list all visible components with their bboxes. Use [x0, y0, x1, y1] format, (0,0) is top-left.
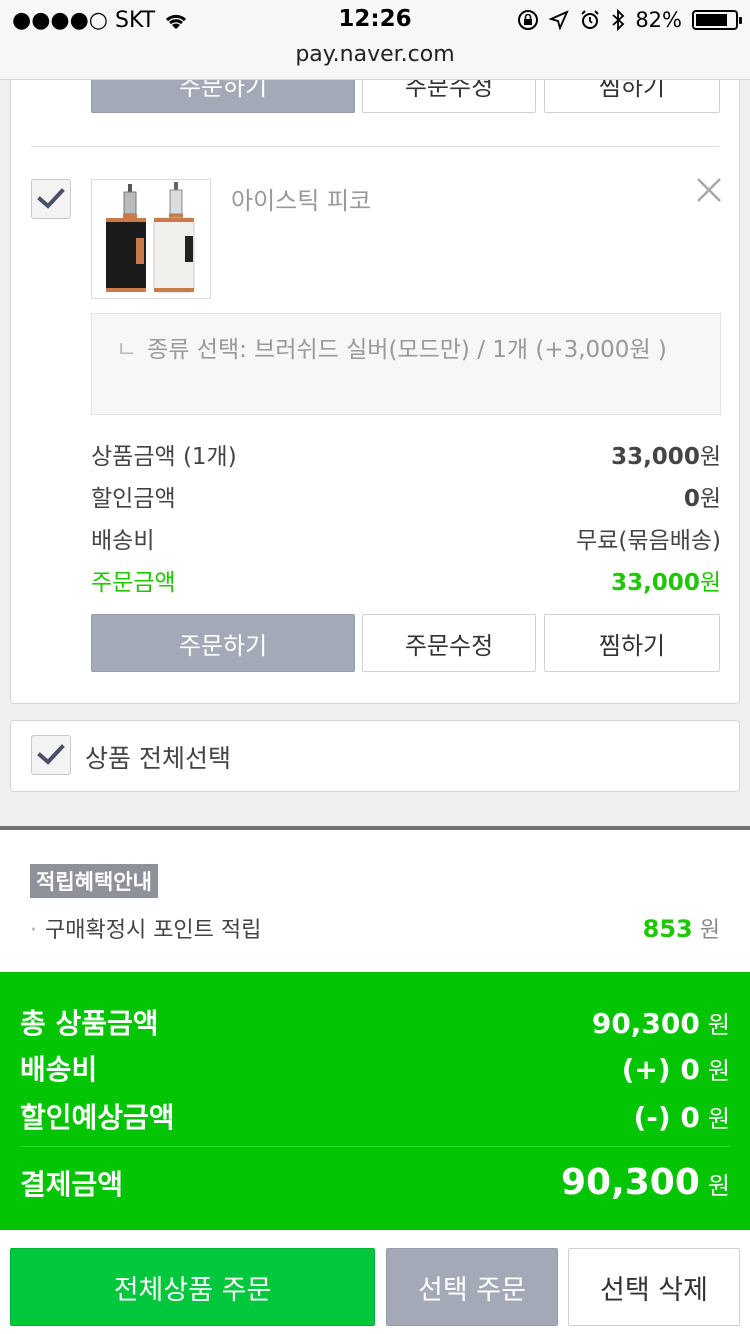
price-unit: 원 — [699, 444, 721, 470]
product-thumbnail[interactable] — [91, 179, 211, 299]
order-selected-button[interactable]: 선택 주문 — [386, 1248, 558, 1326]
rotation-lock-icon — [518, 10, 539, 30]
select-all-bar[interactable]: 상품 전체선택 — [10, 720, 740, 792]
vape-mod-image — [106, 182, 195, 293]
order-amount-value: 33,000 — [611, 570, 700, 596]
battery-percent: 82% — [635, 8, 682, 32]
benefit-label: 구매확정시 포인트 적립 — [45, 918, 262, 943]
price-label: 상품금액 (1개) — [91, 444, 237, 470]
option-box: ㄴ 종류 선택: 브러쉬드 실버(모드만) / 1개 (+3,000원 ) — [91, 313, 721, 415]
item-checkbox[interactable] — [31, 179, 71, 219]
wishlist-button[interactable]: 찜하기 — [544, 614, 720, 672]
checkmark-icon — [37, 188, 65, 209]
select-all-checkbox[interactable] — [31, 735, 71, 775]
bluetooth-icon — [612, 9, 625, 31]
shipping-row: 배송비 무료(묶음배송) — [91, 521, 721, 555]
order-amount-label: 주문금액 — [91, 570, 176, 596]
url-bar[interactable]: pay.naver.com — [0, 42, 750, 67]
discount-sum-label: 할인예상금액 — [20, 1101, 175, 1134]
option-text: 종류 선택: 브러쉬드 실버(모드만) / 1개 (+3,000원 ) — [147, 337, 667, 363]
cart-item-card: 주문하기 주문수정 찜하기 아이스틱 피코 ㄴ 종류 선택: 브러쉬드 실버(모… — [10, 55, 740, 704]
discount-value: 0 — [683, 486, 700, 512]
shipping-sum-label: 배송비 — [20, 1053, 98, 1086]
shipping-sum-unit: 원 — [707, 1057, 730, 1085]
reward-benefit-section: 적립혜택안내 · 구매확정시 포인트 적립 853 원 — [0, 826, 750, 972]
benefit-row: · 구매확정시 포인트 적립 853 원 — [30, 912, 720, 944]
total-row: 총 상품금액 90,300 원 — [20, 1002, 730, 1042]
discount-row: 할인금액 0원 — [91, 479, 721, 513]
order-amount-unit: 원 — [699, 570, 721, 596]
benefit-unit: 원 — [699, 918, 720, 943]
pay-unit: 원 — [707, 1172, 730, 1200]
discount-sum-row: 할인예상금액 (-) 0원 — [20, 1096, 730, 1136]
battery-level — [696, 14, 728, 26]
status-icons: 82% — [517, 8, 742, 32]
price-row: 상품금액 (1개) 33,000원 — [91, 437, 721, 471]
discount-unit: 원 — [699, 486, 721, 512]
battery-icon — [692, 10, 742, 30]
shipping-value: 무료(묶음배송) — [576, 528, 721, 554]
payment-summary: 총 상품금액 90,300 원 배송비 (+) 0원 할인예상금액 (-) 0원 … — [0, 972, 750, 1230]
shipping-sum-row: 배송비 (+) 0원 — [20, 1048, 730, 1088]
product-name[interactable]: 아이스틱 피코 — [231, 181, 371, 216]
summary-divider — [20, 1146, 730, 1147]
checkmark-icon — [37, 744, 65, 765]
order-button[interactable]: 주문하기 — [91, 614, 355, 672]
remove-item-icon[interactable] — [694, 175, 724, 205]
pay-value: 90,300 — [560, 1162, 700, 1203]
bottom-action-bar: 전체상품 주문 선택 주문 선택 삭제 — [0, 1230, 750, 1334]
price-value: 33,000 — [611, 444, 700, 470]
select-all-label: 상품 전체선택 — [85, 744, 231, 773]
pay-label: 결제금액 — [20, 1168, 124, 1201]
delete-selected-button[interactable]: 선택 삭제 — [568, 1248, 740, 1326]
benefit-tag: 적립혜택안내 — [30, 864, 158, 898]
location-arrow-icon — [549, 10, 570, 30]
total-unit: 원 — [707, 1011, 730, 1039]
pay-row: 결제금액 90,300 원 — [20, 1162, 730, 1203]
benefit-points: 853 — [642, 915, 693, 943]
shipping-sum-value: (+) 0 — [621, 1053, 700, 1086]
option-indent-mark: ㄴ — [116, 337, 138, 363]
order-amount-row: 주문금액 33,000원 — [91, 563, 721, 597]
discount-sum-unit: 원 — [707, 1105, 730, 1133]
shipping-label: 배송비 — [91, 528, 155, 554]
total-label: 총 상품금액 — [20, 1007, 159, 1040]
browser-status-bar: ●●●●○ SKT 12:26 82% pay.naver.com — [0, 0, 750, 80]
bullet: · — [30, 918, 37, 943]
discount-sum-value: (-) 0 — [633, 1101, 700, 1134]
discount-label: 할인금액 — [91, 486, 176, 512]
total-value: 90,300 — [591, 1007, 700, 1040]
edit-order-button[interactable]: 주문수정 — [362, 614, 536, 672]
alarm-icon — [581, 10, 600, 29]
order-all-button[interactable]: 전체상품 주문 — [10, 1248, 375, 1326]
item-divider — [31, 146, 719, 147]
